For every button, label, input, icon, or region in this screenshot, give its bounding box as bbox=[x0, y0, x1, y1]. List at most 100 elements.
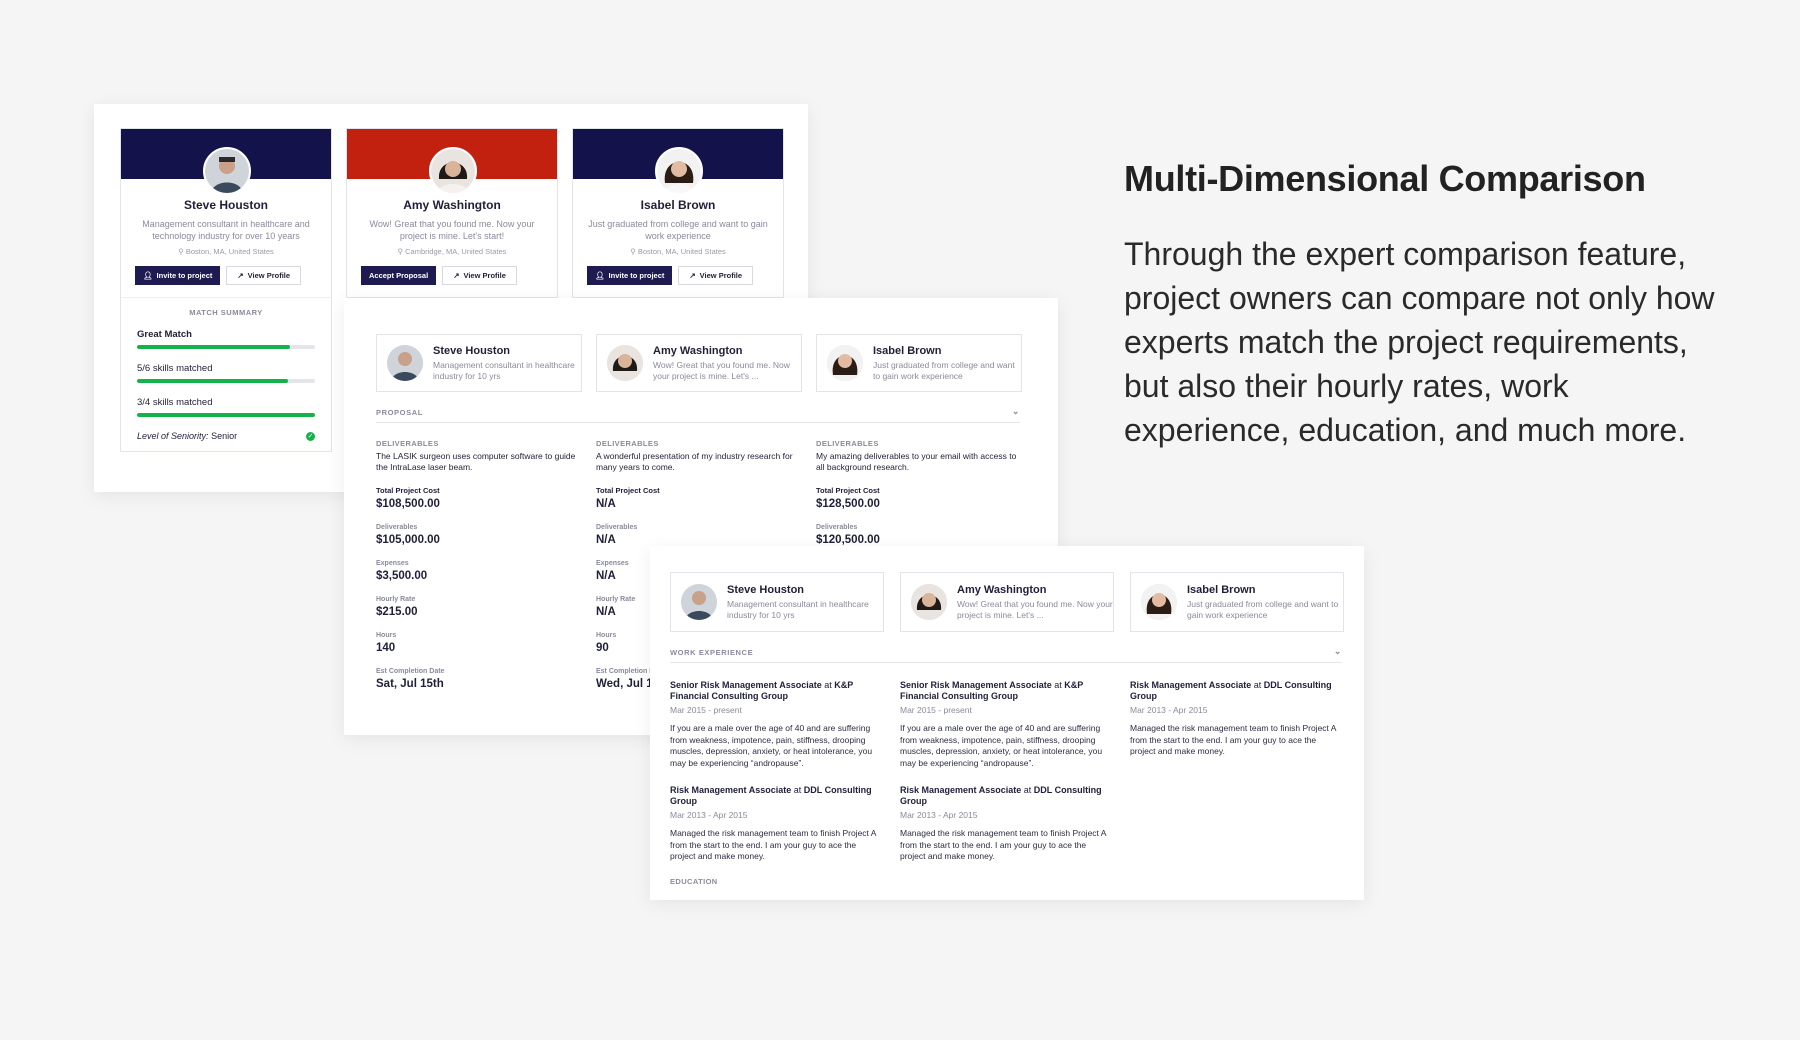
expert-name: Steve Houston bbox=[433, 344, 511, 357]
job-title: Risk Management Associate at DDL Consult… bbox=[1130, 680, 1342, 702]
job-dates: Mar 2013 - Apr 2015 bbox=[1130, 705, 1208, 715]
expert-name: Isabel Brown bbox=[873, 344, 942, 357]
button-label: View Profile bbox=[699, 271, 743, 280]
expert-description: Management consultant in healthcare and … bbox=[142, 219, 310, 241]
avatar bbox=[387, 345, 423, 381]
expert-location: ⚲ Boston, MA, United States bbox=[573, 247, 783, 256]
section-title: WORK EXPERIENCE bbox=[670, 648, 754, 657]
expert-card-amy: Amy Washington Wow! Great that you found… bbox=[346, 128, 558, 298]
skills-bar bbox=[137, 379, 315, 383]
job-dates: Mar 2013 - Apr 2015 bbox=[670, 810, 748, 820]
location-pin-icon: ⚲ bbox=[630, 247, 636, 256]
expert-description: Just graduated from college and want to … bbox=[588, 219, 768, 241]
field-value: Sat, Jul 15th bbox=[376, 678, 444, 690]
position: Risk Management Associate bbox=[900, 785, 1022, 795]
accept-proposal-button[interactable]: Accept Proposal bbox=[361, 266, 437, 285]
field-value: $215.00 bbox=[376, 606, 418, 618]
cost-value: $108,500.00 bbox=[376, 498, 440, 510]
job-title: Senior Risk Management Associate at K&P … bbox=[670, 680, 882, 702]
avatar bbox=[429, 147, 477, 195]
feature-heading: Multi-Dimensional Comparison bbox=[1124, 158, 1646, 199]
section-title: PROPOSAL bbox=[376, 408, 423, 417]
deliverables-text: The LASIK surgeon uses computer software… bbox=[376, 451, 576, 472]
job-description: Managed the risk management team to fini… bbox=[670, 828, 877, 861]
proposal-section-header[interactable]: PROPOSAL ⌄ bbox=[376, 406, 1020, 423]
add-user-icon: 👤︎ bbox=[595, 271, 605, 280]
expert-name: Isabel Brown bbox=[640, 198, 716, 212]
match-bar bbox=[137, 345, 315, 349]
deliverables-label: DELIVERABLES bbox=[816, 439, 879, 448]
cost-value: N/A bbox=[596, 498, 616, 510]
expert-short-desc: Management consultant in healthcare indu… bbox=[727, 598, 869, 620]
location-text: Boston, MA, United States bbox=[637, 247, 726, 256]
view-profile-button[interactable]: ↗ View Profile bbox=[226, 266, 302, 285]
education-section-title: EDUCATION bbox=[670, 876, 718, 886]
expert-description: Wow! Great that you found me. Now your p… bbox=[369, 219, 535, 241]
chevron-down-icon[interactable]: ⌄ bbox=[1334, 646, 1342, 657]
cost-label: Total Project Cost bbox=[376, 486, 440, 495]
job-dates: Mar 2015 - present bbox=[900, 705, 972, 715]
compare-header-amy[interactable]: Amy Washington Wow! Great that you found … bbox=[900, 572, 1114, 632]
button-label: View Profile bbox=[247, 271, 291, 280]
work-experience-section-header[interactable]: WORK EXPERIENCE ⌄ bbox=[670, 646, 1342, 663]
field-label: Deliverables bbox=[596, 524, 638, 531]
deliverables-text: A wonderful presentation of my industry … bbox=[596, 451, 793, 472]
compare-header-isabel[interactable]: Isabel Brown Just graduated from college … bbox=[816, 334, 1022, 392]
invite-to-project-button[interactable]: 👤︎ Invite to project bbox=[135, 266, 221, 285]
expert-location: ⚲ Boston, MA, United States bbox=[121, 247, 331, 256]
field-value: $120,500.00 bbox=[816, 534, 880, 546]
cost-label: Total Project Cost bbox=[596, 486, 660, 495]
expert-name: Steve Houston bbox=[727, 583, 805, 596]
field-label: Deliverables bbox=[816, 524, 858, 531]
expert-name: Amy Washington bbox=[403, 198, 501, 212]
at-text: at bbox=[793, 785, 802, 795]
view-profile-button[interactable]: ↗ View Profile bbox=[678, 266, 754, 285]
deliverables-label: DELIVERABLES bbox=[596, 439, 659, 448]
skills-bar-fill bbox=[137, 413, 315, 417]
feature-description: Through the expert comparison feature, p… bbox=[1124, 236, 1715, 448]
avatar bbox=[203, 147, 251, 195]
skills-bar-fill bbox=[137, 379, 289, 383]
location-pin-icon: ⚲ bbox=[397, 247, 404, 256]
field-label: Expenses bbox=[376, 560, 409, 567]
button-label: View Profile bbox=[463, 271, 506, 280]
view-profile-button[interactable]: ↗ View Profile bbox=[442, 266, 517, 285]
invite-to-project-button[interactable]: 👤︎ Invite to project bbox=[587, 266, 673, 285]
deliverables-text: My amazing deliverables to your email wi… bbox=[816, 451, 1017, 472]
avatar bbox=[681, 584, 717, 620]
job-dates: Mar 2015 - present bbox=[670, 705, 742, 715]
avatar bbox=[655, 147, 703, 195]
compare-header-isabel[interactable]: Isabel Brown Just graduated from college … bbox=[1130, 572, 1344, 632]
seniority-value: Senior bbox=[211, 431, 238, 441]
skills-bar bbox=[137, 413, 315, 417]
button-label: Invite to project bbox=[156, 271, 213, 280]
compare-header-steve[interactable]: Steve Houston Management consultant in he… bbox=[376, 334, 582, 392]
compare-header-amy[interactable]: Amy Washington Wow! Great that you found … bbox=[596, 334, 802, 392]
external-link-icon: ↗ bbox=[689, 271, 696, 280]
field-label: Hourly Rate bbox=[376, 596, 416, 603]
job-title: Risk Management Associate at DDL Consult… bbox=[900, 785, 1112, 807]
at-text: at bbox=[824, 680, 832, 690]
expert-name: Isabel Brown bbox=[1187, 583, 1256, 596]
compare-header-steve[interactable]: Steve Houston Management consultant in he… bbox=[670, 572, 884, 632]
chevron-down-icon[interactable]: ⌄ bbox=[1012, 406, 1020, 417]
match-summary-title: MATCH SUMMARY bbox=[189, 308, 263, 317]
check-circle-icon: ✓ bbox=[306, 431, 315, 441]
avatar bbox=[607, 345, 643, 381]
job-description: If you are a male over the age of 40 and… bbox=[900, 723, 1103, 768]
work-column: Senior Risk Management Associate at K&P … bbox=[670, 680, 882, 886]
expert-short-desc: Just graduated from college and want to … bbox=[1187, 598, 1339, 620]
at-text: at bbox=[1023, 785, 1032, 795]
field-value: N/A bbox=[596, 534, 616, 546]
deliverables-label: DELIVERABLES bbox=[376, 439, 439, 448]
field-value: $3,500.00 bbox=[376, 570, 428, 582]
avatar bbox=[1141, 584, 1177, 620]
expert-short-desc: Just graduated from college and want to … bbox=[873, 359, 1015, 381]
position: Senior Risk Management Associate bbox=[670, 680, 822, 690]
seniority-row: Level of Seniority: Senior ✓ bbox=[137, 431, 315, 441]
field-value: 140 bbox=[376, 642, 396, 654]
external-link-icon: ↗ bbox=[237, 271, 244, 280]
job-dates: Mar 2013 - Apr 2015 bbox=[900, 810, 978, 820]
avatar bbox=[911, 584, 947, 620]
skills-matched-label: 3/4 skills matched bbox=[137, 397, 213, 408]
